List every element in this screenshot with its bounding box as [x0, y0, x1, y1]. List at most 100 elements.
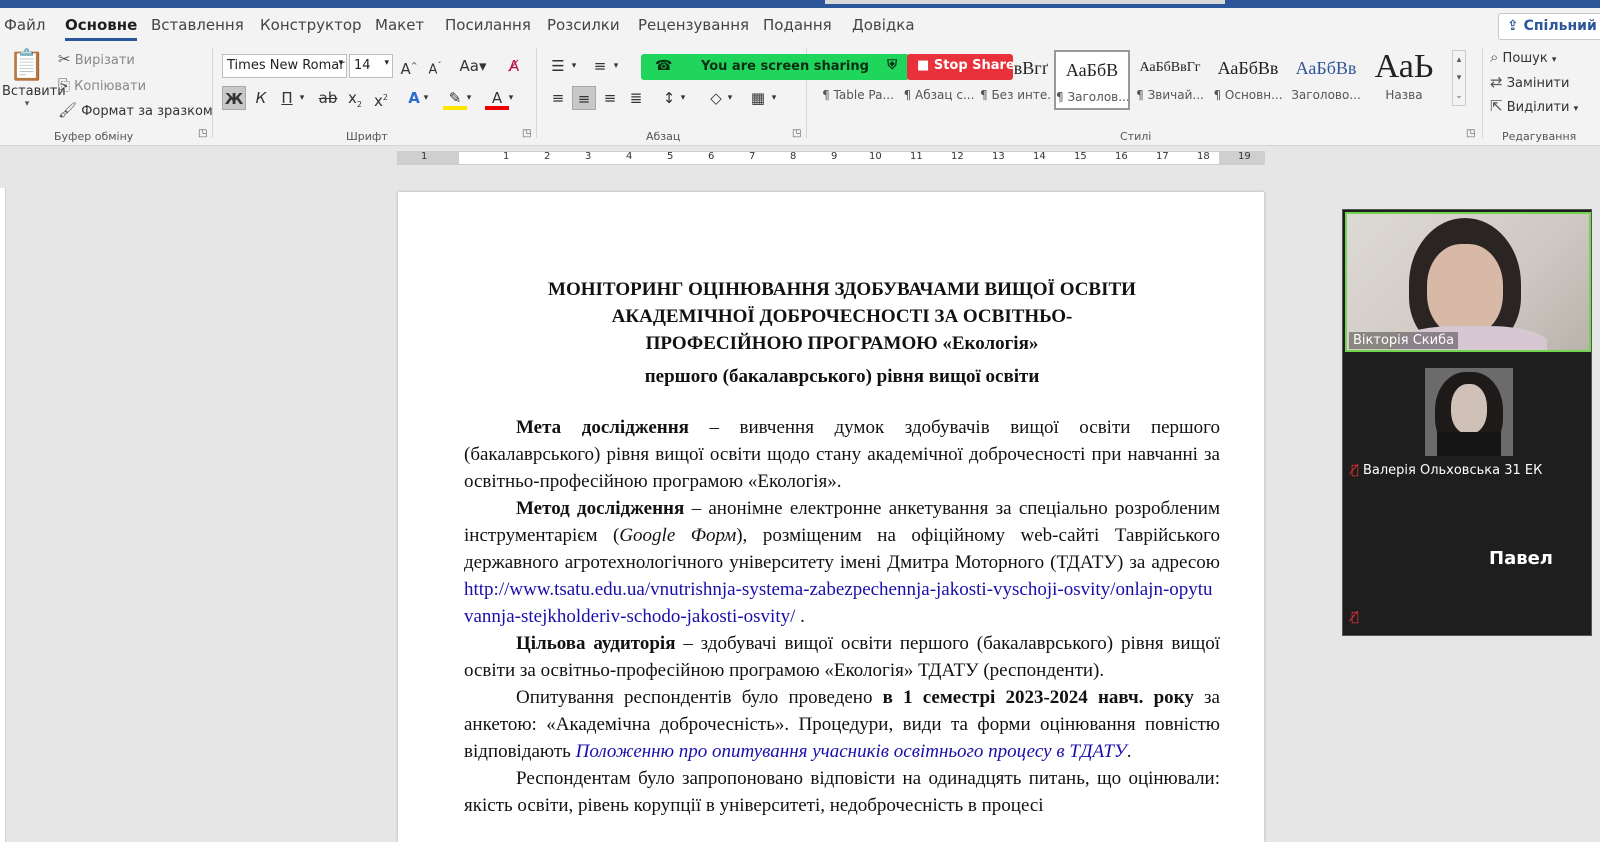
tab-review[interactable]: Рецензування [638, 16, 749, 34]
word-window: Файл Основне Вставлення Конструктор Маке… [0, 0, 1600, 842]
font-size-combo[interactable]: 14 ▾ [349, 54, 393, 78]
paste-button[interactable]: 📋 Вставити ▾ [2, 48, 66, 109]
copy-icon: ⎘ [58, 76, 71, 94]
scissors-icon: ✂ [58, 50, 71, 68]
title-strip [0, 0, 1600, 8]
copy-button[interactable]: ⎘ Копіювати [58, 76, 146, 94]
font-name-combo[interactable]: Times New Romar ▾ [222, 54, 347, 78]
doc-title-line-1: МОНІТОРИНГ ОЦІНЮВАННЯ ЗДОБУВАЧАМИ ВИЩОЇ … [548, 279, 1136, 300]
regulation-link[interactable]: Положенню про опитування учасників освіт… [576, 741, 1127, 762]
participant-avatar [1425, 368, 1513, 456]
format-painter-button[interactable]: 🖌 Формат за зразком [58, 101, 213, 119]
chevron-down-icon[interactable]: ▾ [724, 86, 736, 110]
replace-button[interactable]: ⇄ Замінити [1490, 73, 1569, 91]
dialog-launcher-icon[interactable]: ◳ [792, 128, 801, 139]
tab-references[interactable]: Посилання [445, 16, 531, 34]
title-strip-search[interactable] [825, 0, 1225, 4]
dialog-launcher-icon[interactable]: ◳ [1466, 128, 1475, 139]
align-center-icon[interactable]: ≡ [572, 86, 596, 110]
tab-view[interactable]: Подання [763, 16, 832, 34]
bullets-icon[interactable]: ☰ [546, 54, 570, 78]
share-button[interactable]: ⇪ Спільний д [1498, 13, 1600, 40]
tab-layout[interactable]: Макет [375, 16, 424, 34]
style-no-spacing[interactable]: ¶ Без инте... [980, 84, 1052, 108]
dialog-launcher-icon[interactable]: ◳ [198, 128, 207, 139]
style-heading[interactable]: АаБбВ ¶ Заголов... [1054, 50, 1130, 110]
superscript-icon[interactable]: x2 [369, 86, 393, 110]
paragraph-purpose: Мета дослідження – вивчення думок здобув… [464, 417, 1220, 492]
participant-name-row: 🎙̸ Валерія Ольховська 31 ЕК [1351, 463, 1543, 478]
divider [1482, 48, 1483, 138]
horizontal-ruler[interactable]: 1 1 2 3 4 5 6 7 8 9 10 11 12 13 14 15 16… [397, 151, 1265, 165]
style-table-paragraph-label[interactable]: ¶ Table Pa... [818, 84, 898, 108]
style-heading-2[interactable]: АаБбВв Заголово... [1288, 50, 1364, 106]
chevron-down-icon[interactable]: ▾ [296, 86, 308, 110]
chevron-down-icon[interactable]: ▾ [610, 54, 622, 78]
share-icon: ⇪ [1507, 18, 1519, 34]
tab-design[interactable]: Конструктор [260, 16, 362, 34]
justify-icon[interactable]: ≣ [624, 86, 648, 110]
tab-mailings[interactable]: Розсилки [547, 16, 620, 34]
divider [212, 48, 213, 138]
tab-file[interactable]: Файл [4, 16, 45, 34]
vertical-ruler[interactable] [0, 188, 6, 842]
italic-button[interactable]: К [249, 86, 273, 110]
divider [536, 48, 537, 138]
chevron-up-icon: ▴ [1456, 55, 1462, 65]
dialog-launcher-icon[interactable]: ◳ [522, 128, 531, 139]
doc-title-line-2: АКАДЕМІЧНОЇ ДОБРОЧЕСНОСТІ ЗА ОСВІТНЬО- [611, 306, 1073, 327]
stop-share-button[interactable]: ■ Stop Share [907, 54, 1015, 80]
chevron-down-icon[interactable]: ▾ [768, 86, 780, 110]
survey-link[interactable]: http://www.tsatu.edu.ua/vnutrishnja-syst… [464, 579, 1213, 627]
tab-insert[interactable]: Вставлення [151, 16, 244, 34]
screen-sharing-bar[interactable]: ☎ You are screen sharing ⛨ [641, 54, 909, 80]
numbering-icon[interactable]: ≡ [588, 54, 612, 78]
brush-icon: 🖌 [58, 101, 78, 119]
participant-tile[interactable]: 🎙̸ Валерія Ольховська 31 ЕК [1345, 356, 1591, 486]
styles-scroll[interactable]: ▴ ▾ ⌄ [1452, 50, 1466, 106]
align-left-icon[interactable]: ≡ [546, 86, 570, 110]
borders-icon[interactable]: ▦ [746, 86, 770, 110]
participant-tile[interactable]: Павел 🎙̸ [1345, 490, 1591, 634]
align-right-icon[interactable]: ≡ [598, 86, 622, 110]
paragraph-survey: Опитування респондентів було проведено в… [464, 687, 1220, 762]
style-title[interactable]: АаЬ Назва [1366, 50, 1442, 106]
tab-help[interactable]: Довідка [852, 16, 915, 34]
paragraph-group-label: Абзац [646, 130, 681, 143]
shield-icon: ⛨ [887, 58, 897, 73]
grow-font-icon[interactable]: A^ [397, 54, 421, 78]
paragraph-method: Метод дослідження – анонімне електронне … [464, 498, 1220, 627]
style-main[interactable]: АаБбВв ¶ Основн... [1210, 50, 1286, 106]
styles-group-label: Стилі [1120, 130, 1152, 143]
subscript-icon[interactable]: x2 [343, 86, 367, 110]
tab-home[interactable]: Основне [65, 16, 138, 41]
change-case-icon[interactable]: Aa▾ [456, 54, 490, 78]
document-body[interactable]: МОНІТОРИНГ ОЦІНЮВАННЯ ЗДОБУВАЧАМИ ВИЩОЇ … [464, 276, 1220, 819]
doc-subtitle: першого (бакалаврського) рівня вищої осв… [644, 366, 1040, 387]
chevron-down-icon[interactable]: ▾ [568, 54, 580, 78]
cut-button[interactable]: ✂ Вирізати [58, 50, 135, 68]
clipboard-group-label: Буфер обміну [54, 130, 134, 143]
chevron-down-icon: ▾ [384, 58, 389, 68]
clear-formatting-icon[interactable]: A̸ [502, 54, 526, 78]
participant-name: Павел [1489, 548, 1553, 569]
participant-video-tile[interactable]: Вікторія Скиба [1345, 212, 1591, 352]
document-page[interactable]: МОНІТОРИНГ ОЦІНЮВАННЯ ЗДОБУВАЧАМИ ВИЩОЇ … [398, 192, 1264, 842]
select-button[interactable]: ⇱ Виділити ▾ [1490, 97, 1578, 115]
phone-icon: ☎ [655, 58, 673, 74]
chevron-down-icon[interactable]: ▾ [463, 86, 475, 110]
style-normal[interactable]: АаБбВвГг ¶ Звичай... [1132, 50, 1208, 106]
bold-button[interactable]: Ж [222, 86, 246, 110]
search-icon: ⌕ [1490, 48, 1499, 66]
find-button[interactable]: ⌕ Пошук ▾ [1490, 48, 1556, 66]
shrink-font-icon[interactable]: Aˇ [423, 54, 447, 78]
chevron-down-icon[interactable]: ▾ [677, 86, 689, 110]
style-list-paragraph[interactable]: ¶ Абзац с... [900, 84, 978, 108]
strikethrough-icon[interactable]: ab [316, 86, 340, 110]
stop-icon: ■ [917, 58, 930, 73]
editing-group-label: Редагування [1502, 130, 1577, 143]
chevron-down-icon[interactable]: ▾ [420, 86, 432, 110]
chevron-down-icon[interactable]: ▾ [505, 86, 517, 110]
chevron-down-icon: ▾ [1573, 104, 1579, 114]
chevron-down-icon: ▾ [1456, 73, 1462, 83]
